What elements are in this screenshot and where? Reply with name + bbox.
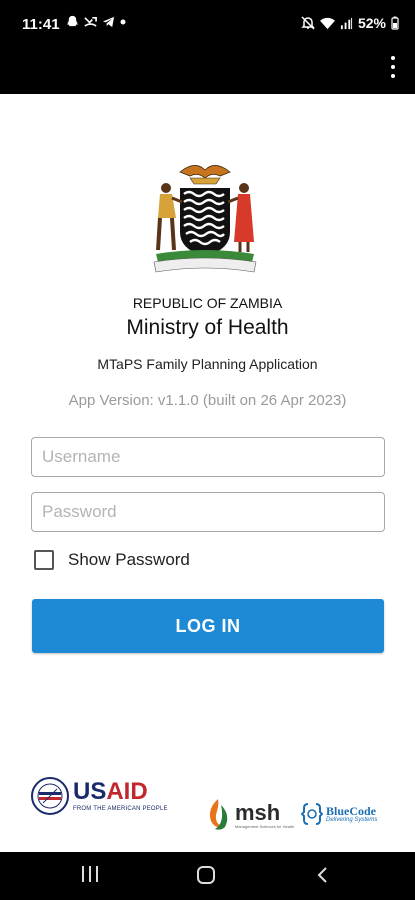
notification-icons	[66, 15, 126, 28]
msh-wordmark: msh	[235, 799, 281, 825]
dot-icon	[120, 19, 126, 24]
battery-icon	[391, 16, 399, 30]
usaid-logo: USAID FROM THE AMERICAN PEOPLE	[31, 777, 168, 815]
republic-title: REPUBLIC OF ZAMBIA	[132, 295, 283, 311]
usaid-wordmark: USAID	[73, 778, 148, 805]
recents-icon[interactable]	[82, 866, 98, 884]
mute-icon	[301, 16, 315, 30]
top-bar: 11:41 52%	[0, 0, 415, 94]
home-icon[interactable]	[197, 866, 215, 884]
show-password-label: Show Password	[68, 550, 190, 569]
bluecode-wordmark: BlueCode	[326, 804, 377, 818]
bluecode-logo: BlueCode Delivering Systems	[301, 802, 377, 826]
bluecode-tagline: Delivering Systems	[326, 817, 378, 823]
bluecode-bracket-icon	[301, 803, 323, 825]
telegram-icon	[102, 16, 115, 28]
login-button[interactable]: LOG IN	[32, 599, 384, 653]
zambia-coat-of-arms-image	[153, 165, 257, 273]
missed-call-icon	[84, 16, 97, 27]
show-password-toggle[interactable]: Show Password	[34, 550, 190, 570]
signal-icon	[340, 17, 353, 29]
password-input[interactable]	[31, 492, 385, 532]
back-icon[interactable]	[316, 866, 330, 884]
username-input[interactable]	[31, 437, 385, 477]
msh-flame-icon	[209, 799, 228, 830]
ministry-title: Ministry of Health	[126, 316, 289, 339]
usaid-tagline: FROM THE AMERICAN PEOPLE	[73, 806, 168, 812]
app-version: App Version: v1.1.0 (built on 26 Apr 202…	[68, 392, 347, 409]
overflow-menu-icon[interactable]	[385, 56, 401, 78]
usaid-seal-icon	[31, 777, 69, 815]
wifi-icon	[320, 17, 335, 29]
show-password-checkbox[interactable]	[34, 550, 54, 570]
app-name: MTaPS Family Planning Application	[97, 356, 318, 372]
msh-logo: msh Management Sciences for Health	[203, 797, 294, 833]
battery-level: 52%	[357, 15, 386, 31]
snapchat-icon	[66, 15, 79, 27]
status-right: 52%	[301, 15, 399, 31]
msh-tagline: Management Sciences for Health	[235, 823, 295, 829]
system-nav-bar	[0, 852, 415, 900]
status-time: 11:41	[22, 16, 60, 33]
